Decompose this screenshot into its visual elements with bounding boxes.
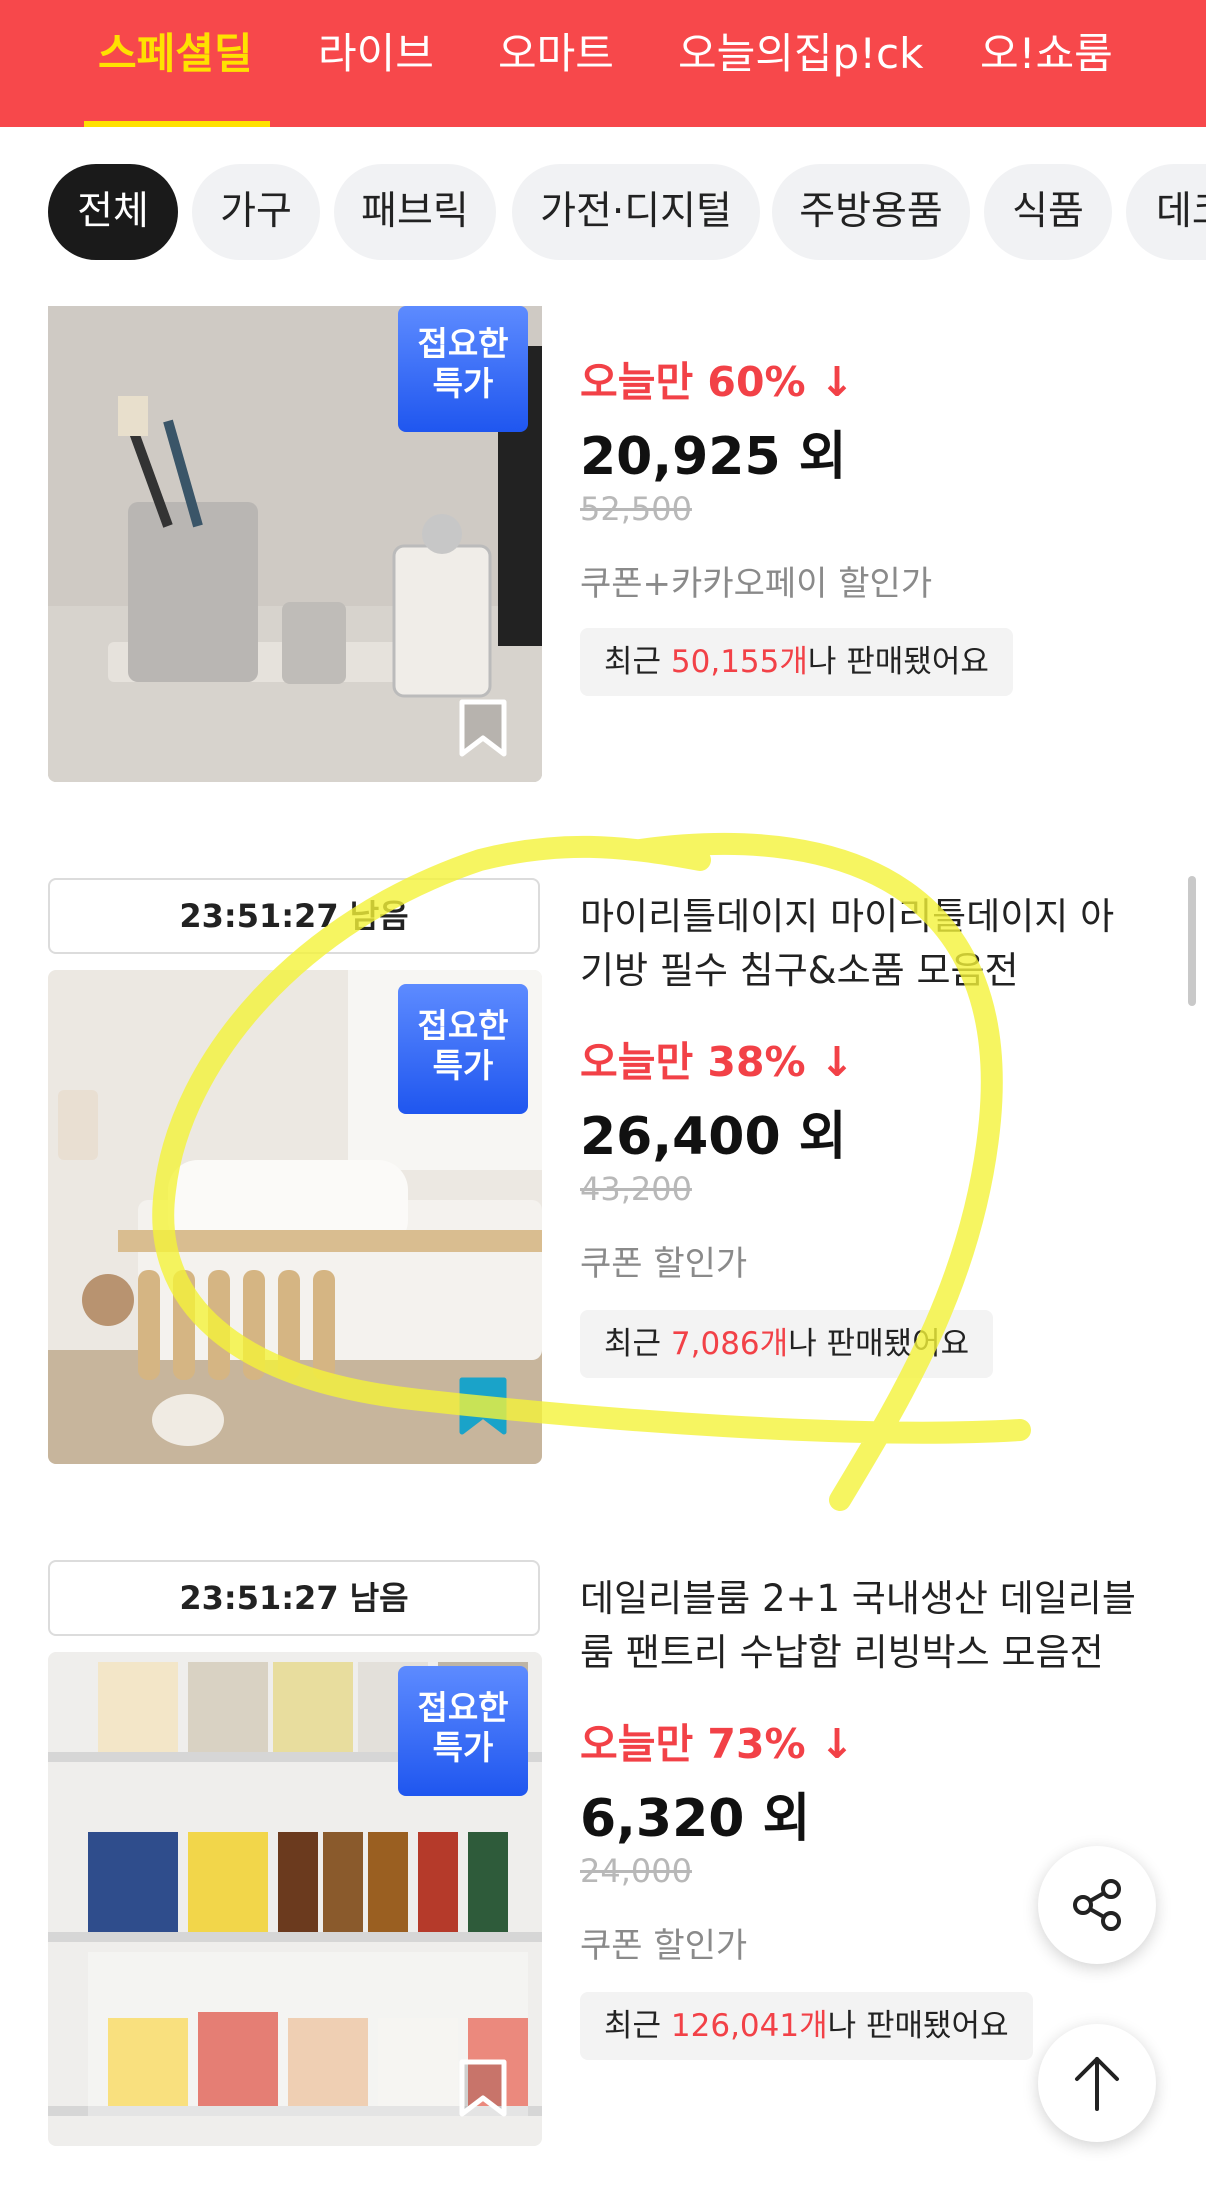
special-price-badge: 접요한 특가 bbox=[398, 306, 528, 432]
discount-rate: 오늘만 73% ↓ bbox=[580, 1710, 854, 1770]
badge-line-1: 접요한 bbox=[417, 1688, 509, 1727]
down-arrow-icon: ↓ bbox=[805, 1038, 855, 1086]
tab-omart[interactable]: 오마트 bbox=[498, 0, 614, 127]
chip-fabric[interactable]: 패브릭 bbox=[334, 164, 496, 260]
sale-price: 26,400 외 bbox=[580, 1107, 847, 1167]
original-price: 52,500 bbox=[580, 490, 692, 528]
discount-rate: 오늘만 38% ↓ bbox=[580, 1028, 854, 1088]
sales-count-badge: 최근 50,155개나 판매됐어요 bbox=[580, 628, 1013, 696]
scrollbar[interactable] bbox=[1188, 876, 1196, 1006]
sales-count-badge: 최근 126,041개나 판매됐어요 bbox=[580, 1992, 1033, 2060]
sale-price: 6,320 외 bbox=[580, 1789, 811, 1849]
title-line-2: 기방 필수 침구&소품 모음전 bbox=[580, 949, 1019, 992]
countdown-timer: 23:51:27 남음 bbox=[48, 878, 540, 954]
price-note: 쿠폰 할인가 bbox=[580, 1926, 748, 1966]
price-note: 쿠폰 할인가 bbox=[580, 1244, 748, 1284]
chip-kitchen[interactable]: 주방용품 bbox=[772, 164, 970, 260]
sold-prefix: 최근 bbox=[604, 2008, 671, 2044]
chip-all[interactable]: 전체 bbox=[48, 164, 178, 260]
special-price-badge: 접요한 특가 bbox=[398, 984, 528, 1114]
product-title[interactable]: 데일리블룸 2+1 국내생산 데일리블 룸 팬트리 수납함 리빙박스 모음전 bbox=[580, 1572, 1160, 1680]
sale-price: 20,925 외 bbox=[580, 427, 847, 487]
badge-line-1: 접요한 bbox=[417, 324, 509, 363]
discount-rate: 오늘만 60% ↓ bbox=[580, 348, 854, 408]
down-arrow-icon: ↓ bbox=[805, 1720, 855, 1768]
bookmark-icon[interactable] bbox=[458, 698, 508, 758]
share-icon bbox=[1073, 1879, 1121, 1931]
top-tab-bar: 스페셜딜 라이브 오마트 오늘의집p!ck 오!쇼룸 bbox=[0, 0, 1206, 127]
bookmark-icon[interactable] bbox=[458, 1376, 508, 1436]
discount-text: 오늘만 38% bbox=[580, 1038, 806, 1086]
category-chip-bar: 전체 가구 패브릭 가전·디지털 주방용품 식품 데코 bbox=[0, 127, 1206, 303]
discount-text: 오늘만 60% bbox=[580, 358, 806, 406]
tab-pick[interactable]: 오늘의집p!ck bbox=[678, 0, 923, 127]
bookmark-icon[interactable] bbox=[458, 2058, 508, 2118]
discount-text: 오늘만 73% bbox=[580, 1720, 806, 1768]
product-title[interactable]: 마이리틀데이지 마이리틀데이지 아 기방 필수 침구&소품 모음전 bbox=[580, 890, 1160, 998]
badge-line-1: 접요한 bbox=[417, 1006, 509, 1045]
scroll-to-top-button[interactable] bbox=[1038, 2024, 1156, 2142]
share-button[interactable] bbox=[1038, 1846, 1156, 1964]
chip-food[interactable]: 식품 bbox=[984, 164, 1112, 260]
sold-count: 50,155개 bbox=[670, 644, 808, 680]
sales-count-badge: 최근 7,086개나 판매됐어요 bbox=[580, 1310, 994, 1378]
sold-prefix: 최근 bbox=[604, 644, 671, 680]
title-line-1: 데일리블룸 2+1 국내생산 데일리블 bbox=[580, 1577, 1136, 1620]
sold-suffix: 나 판매됐어요 bbox=[807, 644, 989, 680]
chip-furniture[interactable]: 가구 bbox=[192, 164, 320, 260]
title-line-2: 룸 팬트리 수납함 리빙박스 모음전 bbox=[580, 1631, 1104, 1674]
title-line-1: 마이리틀데이지 마이리틀데이지 아 bbox=[580, 895, 1115, 938]
badge-line-2: 특가 bbox=[432, 1728, 494, 1767]
price-note: 쿠폰+카카오페이 할인가 bbox=[580, 564, 933, 604]
sold-count: 7,086개 bbox=[670, 1326, 789, 1362]
original-price: 43,200 bbox=[580, 1170, 692, 1208]
badge-line-2: 특가 bbox=[432, 1046, 494, 1085]
original-price: 24,000 bbox=[580, 1852, 692, 1890]
sold-count: 126,041개 bbox=[670, 2008, 828, 2044]
chip-deco[interactable]: 데코 bbox=[1126, 164, 1206, 260]
tab-showroom[interactable]: 오!쇼룸 bbox=[980, 0, 1113, 127]
sold-suffix: 나 판매됐어요 bbox=[827, 2008, 1009, 2044]
tab-live[interactable]: 라이브 bbox=[318, 0, 434, 127]
down-arrow-icon: ↓ bbox=[805, 358, 855, 406]
badge-line-2: 특가 bbox=[432, 364, 494, 403]
sold-prefix: 최근 bbox=[604, 1326, 671, 1362]
countdown-timer: 23:51:27 남음 bbox=[48, 1560, 540, 1636]
chip-electronics[interactable]: 가전·디지털 bbox=[512, 164, 760, 260]
tab-special-deal[interactable]: 스페셜딜 bbox=[98, 0, 253, 127]
special-price-badge: 접요한 특가 bbox=[398, 1666, 528, 1796]
sold-suffix: 나 판매됐어요 bbox=[788, 1326, 970, 1362]
arrow-up-icon bbox=[1075, 2057, 1119, 2111]
